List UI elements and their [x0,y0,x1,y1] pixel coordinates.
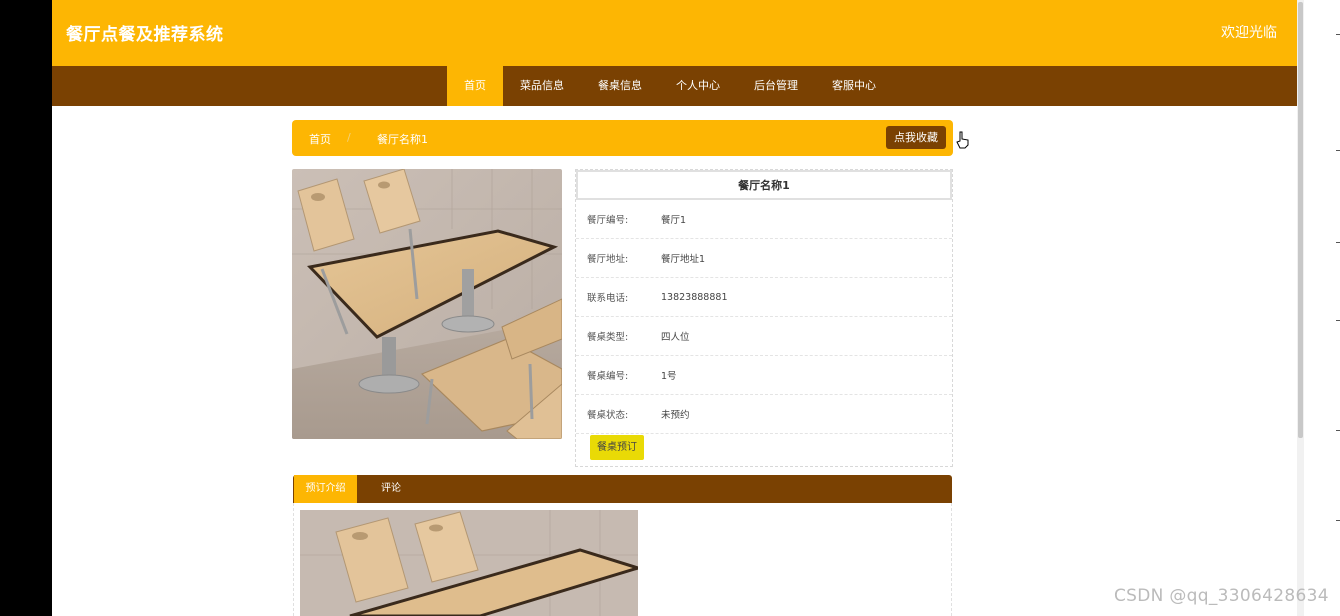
info-value: 1号 [661,371,677,382]
right-gutter [1304,0,1340,616]
info-label: 联系电话: [587,293,629,304]
tab-reservation-intro[interactable]: 预订介绍 [294,475,357,503]
info-label: 餐桌编号: [587,371,629,382]
favorite-button[interactable]: 点我收藏 [886,126,946,149]
info-value: 13823888881 [661,291,728,303]
info-label: 餐桌状态: [587,410,629,421]
info-label: 餐桌类型: [587,332,629,343]
info-row-phone: 联系电话: 13823888881 [576,278,952,317]
info-row-restaurant-id: 餐厅编号: 餐厅1 [576,200,952,239]
restaurant-name: 餐厅名称1 [576,170,952,200]
table-photo [292,169,562,439]
restaurant-info-panel: 餐厅名称1 餐厅编号: 餐厅1 餐厅地址: 餐厅地址1 联系电话: 138238… [575,169,953,467]
nav-item-service[interactable]: 客服中心 [815,66,893,106]
intro-photo [300,510,638,616]
detail-tabs: 预订介绍 评论 [293,475,952,503]
mouse-pointer-icon [956,131,970,149]
welcome-text: 欢迎光临 [1221,25,1277,41]
site-title: 餐厅点餐及推荐系统 [66,25,224,45]
info-row-table-status: 餐桌状态: 未预约 [576,395,952,434]
info-row-table-type: 餐桌类型: 四人位 [576,317,952,356]
nav-item-dishes[interactable]: 菜品信息 [503,66,581,106]
breadcrumb: 首页 / 餐厅名称1 点我收藏 [292,120,953,156]
tab-comments[interactable]: 评论 [373,475,409,503]
breadcrumb-home-link[interactable]: 首页 [309,131,331,147]
top-header: 餐厅点餐及推荐系统 欢迎光临 [52,0,1297,66]
breadcrumb-current: 餐厅名称1 [377,133,428,146]
nav-item-tables[interactable]: 餐桌信息 [581,66,659,106]
info-value: 餐厅地址1 [661,254,706,265]
nav-item-profile[interactable]: 个人中心 [659,66,737,106]
main-nav: 首页 菜品信息 餐桌信息 个人中心 后台管理 客服中心 [52,66,1297,106]
watermark: CSDN @qq_3306428634 [1114,586,1329,606]
info-row-table-number: 餐桌编号: 1号 [576,356,952,395]
breadcrumb-separator: / [347,131,351,144]
scrollbar-thumb[interactable] [1298,2,1303,438]
info-row-address: 餐厅地址: 餐厅地址1 [576,239,952,278]
info-label: 餐厅编号: [587,215,629,226]
info-value: 餐厅1 [661,215,687,226]
info-value: 未预约 [661,410,690,421]
info-label: 餐厅地址: [587,254,629,265]
reserve-table-button[interactable]: 餐桌预订 [590,435,644,460]
nav-item-home[interactable]: 首页 [447,66,503,106]
info-value: 四人位 [661,332,690,343]
nav-item-admin[interactable]: 后台管理 [737,66,815,106]
